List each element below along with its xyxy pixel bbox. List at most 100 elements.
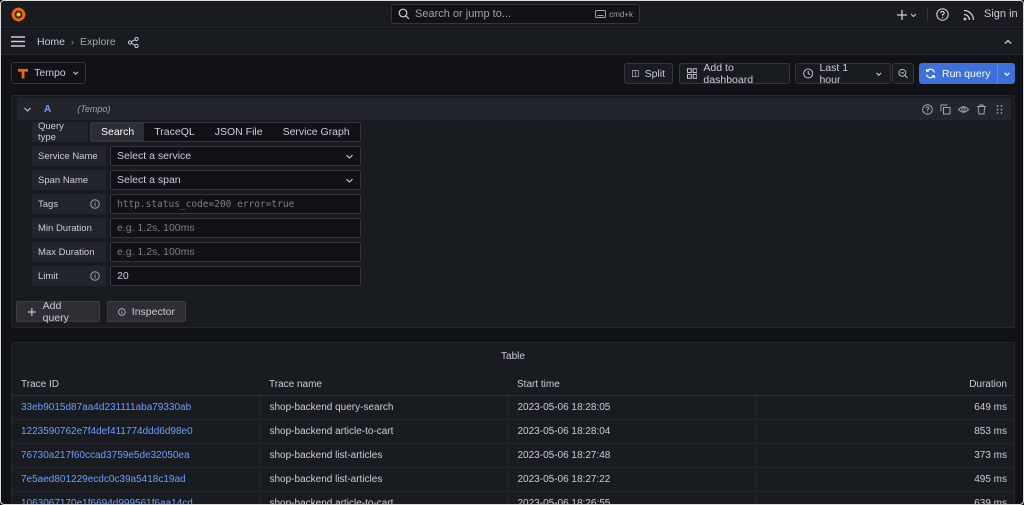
min-duration-placeholder: e.g. 1.2s, 100ms: [117, 222, 195, 234]
query-type-json-file[interactable]: JSON File: [205, 123, 273, 141]
limit-input[interactable]: 20: [110, 266, 361, 286]
max-duration-label-text: Max Duration: [38, 246, 95, 258]
explore-window: Search or jump to... cmd+k Sign in Home …: [0, 0, 1024, 505]
start-time-cell: 2023-05-06 18:28:05: [507, 395, 756, 420]
breadcrumb-current: Explore: [80, 36, 116, 48]
grafana-logo-icon[interactable]: [10, 6, 27, 23]
tags-label: Tags: [32, 194, 106, 214]
max-duration-input[interactable]: e.g. 1.2s, 100ms: [110, 242, 361, 262]
sign-in-link[interactable]: Sign in: [984, 8, 1018, 20]
info-icon[interactable]: [90, 199, 100, 209]
zoom-out-icon: [898, 68, 908, 79]
column-header-trace-id[interactable]: Trace ID: [12, 374, 260, 396]
menu-icon[interactable]: [11, 36, 25, 47]
query-type-search[interactable]: Search: [91, 123, 145, 141]
limit-value: 20: [117, 270, 129, 282]
trash-icon[interactable]: [976, 104, 987, 115]
span-name-label-text: Span Name: [38, 174, 89, 186]
spacer-cell: [755, 467, 886, 492]
query-row-actions: [922, 104, 1005, 115]
max-duration-label: Max Duration: [32, 242, 106, 262]
top-bar: Search or jump to... cmd+k Sign in: [1, 1, 1023, 28]
breadcrumb-home[interactable]: Home: [37, 36, 65, 48]
trace-name-cell: shop-backend query-search: [259, 395, 508, 420]
duration-cell: 373 ms: [886, 443, 1014, 468]
query-type-label: Query type: [32, 121, 88, 143]
drag-handle-icon[interactable]: [994, 104, 1005, 115]
add-to-dashboard-button[interactable]: Add to dashboard: [679, 61, 790, 86]
zoom-out-button[interactable]: [892, 63, 914, 84]
service-name-placeholder: Select a service: [117, 150, 192, 162]
trace-id-link[interactable]: 76730a217f60ccad3759e5de32050ea: [12, 443, 260, 468]
inspector-button[interactable]: Inspector: [107, 301, 186, 322]
query-datasource-label: (Tempo): [77, 104, 111, 114]
time-range-picker[interactable]: Last 1 hour: [795, 62, 891, 86]
run-query-button[interactable]: Run query: [919, 63, 1015, 84]
trace-id-link[interactable]: 7e5aed801229ecdc0c39a5418c19ad: [12, 467, 260, 492]
span-name-select[interactable]: Select a span: [110, 170, 361, 190]
share-icon[interactable]: [127, 36, 139, 48]
query-type-selector: Search TraceQL JSON File Service Graph: [90, 122, 361, 142]
add-query-button[interactable]: Add query: [16, 300, 100, 324]
chevron-up-icon[interactable]: [1003, 37, 1013, 47]
trace-id-link[interactable]: 1063067170e1f6694d999561f6aa14cd: [12, 491, 260, 504]
column-header-start-time[interactable]: Start time: [508, 374, 756, 396]
trace-id-link[interactable]: 1223590762e7f4def411774ddd6d98e0: [12, 419, 260, 444]
query-type-traceql[interactable]: TraceQL: [144, 123, 204, 141]
service-name-select[interactable]: Select a service: [110, 146, 361, 166]
info-icon[interactable]: [90, 271, 100, 281]
service-name-label: Service Name: [32, 146, 106, 166]
min-duration-label-text: Min Duration: [38, 222, 92, 234]
new-menu-button[interactable]: [897, 8, 919, 22]
chevron-down-icon: [1003, 71, 1010, 76]
trace-id-link[interactable]: 33eb9015d87aa4d231111aba79330ab: [12, 395, 260, 420]
chevron-down-icon: [876, 71, 882, 76]
split-button[interactable]: Split: [624, 63, 673, 84]
spacer-cell: [755, 491, 886, 504]
min-duration-label: Min Duration: [32, 218, 106, 238]
chevron-down-icon: [72, 71, 78, 75]
run-query-label: Run query: [942, 67, 991, 80]
trace-name-cell: shop-backend article-to-cart: [259, 419, 508, 444]
chevron-down-icon: [346, 154, 353, 159]
query-ref-id[interactable]: A: [44, 104, 51, 115]
tags-placeholder: http.status_code=200 error=true: [117, 198, 295, 210]
max-duration-placeholder: e.g. 1.2s, 100ms: [117, 246, 195, 258]
start-time-cell: 2023-05-06 18:27:22: [507, 467, 756, 492]
max-duration-row: Max Duration e.g. 1.2s, 100ms: [32, 242, 361, 262]
limit-label-text: Limit: [38, 270, 59, 282]
help-icon[interactable]: [936, 8, 949, 21]
tempo-logo-icon: [18, 68, 29, 79]
start-time-cell: 2023-05-06 18:26:55: [507, 491, 756, 504]
query-type-service-graph[interactable]: Service Graph: [273, 123, 360, 141]
tags-input[interactable]: http.status_code=200 error=true: [110, 194, 361, 214]
search-icon: [398, 8, 410, 20]
column-header-duration[interactable]: Duration: [886, 374, 1014, 396]
duration-cell: 495 ms: [886, 467, 1014, 492]
search-shortcut: cmd+k: [595, 10, 633, 19]
column-header-trace-name[interactable]: Trace name: [260, 374, 508, 396]
breadcrumb-separator: ›: [71, 37, 75, 47]
clock-icon: [803, 68, 814, 79]
news-feed-icon[interactable]: [963, 9, 975, 21]
eye-icon[interactable]: [958, 104, 969, 115]
inspector-label: Inspector: [131, 305, 175, 318]
shortcut-label: cmd+k: [609, 9, 633, 19]
query-type-label-text: Query type: [38, 121, 64, 143]
service-name-row: Service Name Select a service: [32, 146, 361, 166]
plus-icon: [27, 307, 36, 316]
add-to-dashboard-label: Add to dashboard: [703, 61, 754, 86]
table-title: Table: [501, 351, 525, 362]
chevron-down-icon[interactable]: [23, 105, 32, 114]
datasource-name: Tempo: [34, 67, 66, 79]
min-duration-input[interactable]: e.g. 1.2s, 100ms: [110, 218, 361, 238]
copy-icon[interactable]: [940, 104, 951, 115]
help-icon[interactable]: [922, 104, 933, 115]
divider: [927, 8, 928, 21]
search-input[interactable]: Search or jump to... cmd+k: [391, 4, 640, 24]
table-row: 76730a217f60ccad3759e5de32050ea shop-bac…: [12, 443, 1014, 468]
tags-label-text: Tags: [38, 198, 59, 210]
datasource-picker[interactable]: Tempo: [11, 62, 86, 84]
run-query-dropdown[interactable]: [997, 63, 1015, 84]
run-query-main[interactable]: Run query: [919, 63, 997, 84]
